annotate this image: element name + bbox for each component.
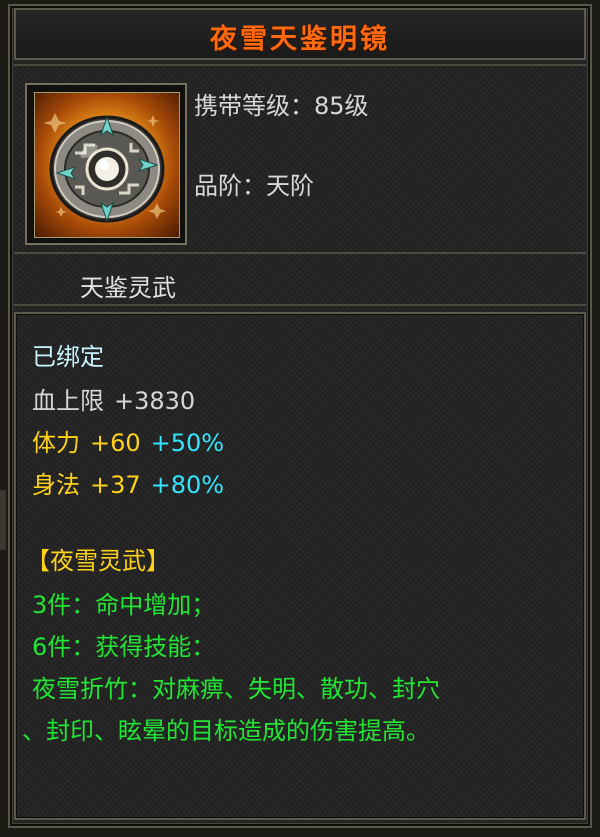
stat-percent: +50% (150, 429, 225, 457)
set-skill-line-1: 夜雪折竹：对麻痹、失明、散功、封穴 (32, 675, 440, 703)
stat-value: +37 (90, 471, 141, 499)
title-bar: 夜雪天鉴明镜 (14, 8, 586, 60)
stat-row-stamina: 体力 +60 +50% (32, 428, 224, 458)
set-skill-line-2: 、封印、眩晕的目标造成的伤害提高。 (22, 717, 430, 745)
stat-label: 身法 (32, 471, 80, 499)
item-title: 夜雪天鉴明镜 (210, 24, 390, 55)
set-name: 【夜雪灵武】 (26, 547, 170, 575)
stat-row-hp: 血上限 +3830 (32, 386, 195, 416)
item-category-bar: 天鉴灵武 (14, 262, 586, 306)
item-header: 携带等级：85级 品阶：天阶 (14, 64, 586, 254)
set-bonus-3: 3件：命中增加； (32, 591, 216, 619)
stat-label: 血上限 (32, 387, 104, 415)
item-grade: 品阶：天阶 (194, 172, 314, 200)
bound-status: 已绑定 (32, 343, 104, 371)
set-bonus-6: 6件：获得技能： (32, 633, 216, 661)
mirror-disc-icon (34, 92, 180, 238)
item-category: 天鉴灵武 (80, 274, 176, 302)
stat-value: +60 (90, 429, 141, 457)
item-details: 已绑定 血上限 +3830 体力 +60 +50% 身法 +37 +80% 【夜雪灵武】 … (14, 312, 586, 820)
stat-percent: +80% (150, 471, 225, 499)
window-edge-decoration (0, 490, 6, 550)
stat-row-agility: 身法 +37 +80% (32, 470, 224, 500)
stat-value: +3830 (114, 387, 196, 415)
carry-level: 携带等级：85级 (194, 92, 369, 120)
stat-label: 体力 (32, 429, 80, 457)
item-icon-frame (25, 83, 187, 245)
